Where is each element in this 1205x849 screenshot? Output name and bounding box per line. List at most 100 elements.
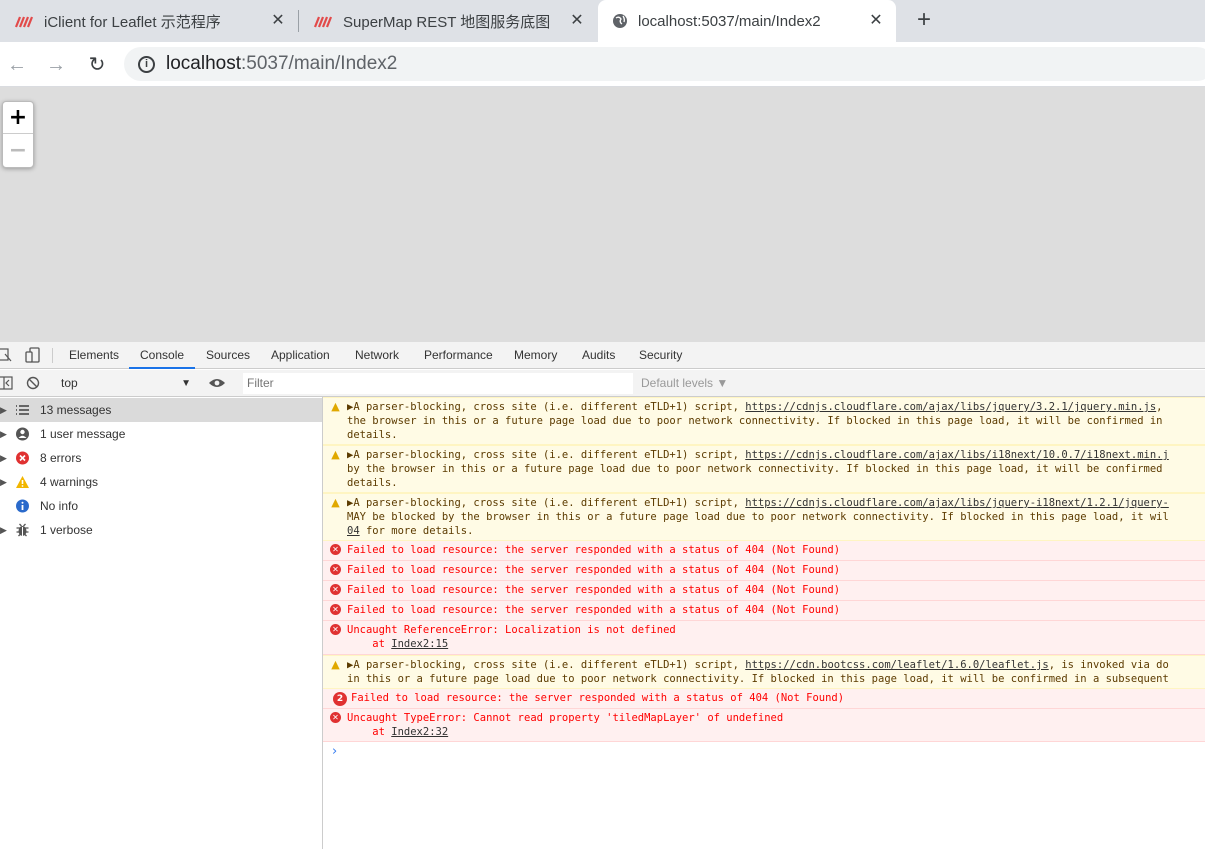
message-text: ▶A parser-blocking, cross site (i.e. dif…	[347, 448, 1169, 490]
console-error-message[interactable]: ✕ Failed to load resource: the server re…	[323, 541, 1205, 561]
console-warning-message[interactable]: ▲ ▶A parser-blocking, cross site (i.e. d…	[323, 655, 1205, 689]
inspect-element-icon[interactable]	[0, 348, 12, 363]
sidebar-item-info[interactable]: No info	[0, 494, 322, 518]
sidebar-item-warnings[interactable]: ▶ 4 warnings	[0, 470, 322, 494]
message-line: ▶A parser-blocking, cross site (i.e. dif…	[347, 449, 746, 461]
map-canvas[interactable]: + −	[0, 87, 1205, 342]
sidebar-item-user-messages[interactable]: ▶ 1 user message	[0, 422, 322, 446]
script-link[interactable]: https://cdnjs.cloudflare.com/ajax/libs/i…	[745, 449, 1169, 461]
browser-tab-3[interactable]: localhost:5037/main/Index2 ✕	[598, 0, 896, 42]
error-icon: ✕	[330, 544, 341, 555]
browser-tab-2[interactable]: SuperMap REST 地图服务底图 ✕	[299, 0, 597, 42]
zoom-out-button[interactable]: −	[3, 135, 33, 167]
script-link[interactable]: https://cdnjs.cloudflare.com/ajax/libs/j…	[745, 497, 1169, 509]
console-prompt[interactable]: ›	[332, 744, 337, 759]
console-sidebar: ▶ 13 messages ▶ 1 user message ▶ 8 error…	[0, 397, 323, 849]
tab-memory[interactable]: Memory	[514, 342, 557, 369]
message-line: details.	[347, 429, 398, 441]
message-text: Failed to load resource: the server resp…	[351, 692, 845, 704]
console-error-message[interactable]: ✕ Failed to load resource: the server re…	[323, 561, 1205, 581]
message-text: Uncaught TypeError: Cannot read property…	[347, 711, 783, 739]
console-error-message[interactable]: 2 Failed to load resource: the server re…	[323, 689, 1205, 709]
clear-console-icon[interactable]	[26, 376, 40, 390]
tab-elements[interactable]: Elements	[69, 342, 119, 369]
sidebar-toggle-icon[interactable]	[0, 376, 14, 390]
sidebar-item-verbose[interactable]: ▶ 1 verbose	[0, 518, 322, 542]
forward-arrow-icon[interactable]: →	[43, 52, 69, 78]
sidebar-item-errors[interactable]: ▶ 8 errors	[0, 446, 322, 470]
site-info-icon[interactable]: i	[138, 56, 155, 73]
context-value: top	[61, 376, 78, 390]
source-link[interactable]: Index2:15	[391, 638, 448, 650]
supermap-favicon-icon	[14, 16, 34, 28]
script-link[interactable]: 04	[347, 525, 360, 537]
log-levels-dropdown[interactable]: Default levels ▼	[641, 373, 728, 394]
url-text[interactable]: localhost:5037/main/Index2	[166, 53, 397, 75]
console-warning-message[interactable]: ▲ ▶A parser-blocking, cross site (i.e. d…	[323, 397, 1205, 445]
message-text: Uncaught ReferenceError: Localization is…	[347, 623, 676, 651]
error-icon	[16, 451, 29, 465]
message-line: ▶A parser-blocking, cross site (i.e. dif…	[347, 659, 746, 671]
message-line: ▶A parser-blocking, cross site (i.e. dif…	[347, 401, 746, 413]
console-warning-message[interactable]: ▲ ▶A parser-blocking, cross site (i.e. d…	[323, 445, 1205, 493]
warning-icon: ▲	[331, 496, 340, 509]
console-error-message[interactable]: ✕ Uncaught ReferenceError: Localization …	[323, 621, 1205, 655]
console-filter-bar: top ▼ Default levels ▼	[0, 370, 1205, 397]
message-text: ▶A parser-blocking, cross site (i.e. dif…	[347, 496, 1169, 538]
browser-tab-1[interactable]: iClient for Leaflet 示范程序 ✕	[0, 0, 298, 42]
source-link[interactable]: Index2:32	[391, 726, 448, 738]
reload-icon[interactable]: ↻	[84, 52, 110, 78]
tab-title: iClient for Leaflet 示范程序	[44, 13, 221, 31]
message-line: in this or a future page load due to poo…	[347, 673, 1169, 685]
context-selector[interactable]: top ▼	[55, 373, 195, 394]
expand-triangle-icon[interactable]: ▶	[0, 398, 7, 422]
zoom-in-button[interactable]: +	[3, 102, 33, 134]
tab-close-icon[interactable]: ✕	[866, 11, 886, 31]
expand-triangle-icon[interactable]: ▶	[0, 518, 7, 542]
tab-close-icon[interactable]: ✕	[268, 11, 288, 31]
tab-performance[interactable]: Performance	[424, 342, 493, 369]
tab-title: localhost:5037/main/Index2	[638, 12, 821, 30]
message-line: for more details.	[359, 525, 474, 537]
console-output[interactable]: ▲ ▶A parser-blocking, cross site (i.e. d…	[323, 397, 1205, 849]
address-bar[interactable]: i localhost:5037/main/Index2	[124, 47, 1205, 81]
message-line: , is invoked via do	[1048, 659, 1169, 671]
tab-strip: iClient for Leaflet 示范程序 ✕ SuperMap REST…	[0, 0, 1205, 42]
error-icon: ✕	[330, 712, 341, 723]
console-error-message[interactable]: ✕ Failed to load resource: the server re…	[323, 581, 1205, 601]
message-line: Uncaught TypeError: Cannot read property…	[347, 712, 784, 724]
new-tab-button[interactable]: +	[912, 8, 936, 33]
console-error-message[interactable]: ✕ Failed to load resource: the server re…	[323, 601, 1205, 621]
script-link[interactable]: https://cdnjs.cloudflare.com/ajax/libs/j…	[745, 401, 1156, 413]
sidebar-item-label: 1 user message	[40, 427, 126, 441]
console-error-message[interactable]: ✕ Uncaught TypeError: Cannot read proper…	[323, 709, 1205, 742]
device-toggle-icon[interactable]	[25, 347, 41, 363]
sidebar-item-label: 13 messages	[40, 403, 112, 417]
console-warning-message[interactable]: ▲ ▶A parser-blocking, cross site (i.e. d…	[323, 493, 1205, 541]
tab-sources[interactable]: Sources	[206, 342, 250, 369]
sidebar-item-label: No info	[40, 499, 79, 513]
tab-console[interactable]: Console	[129, 342, 196, 369]
sidebar-item-messages[interactable]: ▶ 13 messages	[0, 398, 322, 422]
tab-audits[interactable]: Audits	[582, 342, 615, 369]
tab-close-icon[interactable]: ✕	[567, 11, 587, 31]
message-line: the browser in this or a future page loa…	[347, 415, 1163, 427]
info-icon	[16, 499, 29, 513]
expand-triangle-icon[interactable]: ▶	[0, 422, 7, 446]
message-line: by the browser in this or a future page …	[347, 463, 1163, 475]
eye-icon[interactable]	[208, 377, 226, 389]
message-line: at	[347, 726, 392, 738]
message-line: at	[347, 638, 392, 650]
error-icon: ✕	[330, 624, 341, 635]
message-line: ▶A parser-blocking, cross site (i.e. dif…	[347, 497, 746, 509]
expand-triangle-icon[interactable]: ▶	[0, 446, 7, 470]
console-filter-input[interactable]	[243, 373, 633, 394]
tab-application[interactable]: Application	[271, 342, 330, 369]
tab-network[interactable]: Network	[355, 342, 399, 369]
tab-security[interactable]: Security	[639, 342, 682, 369]
warning-icon: ▲	[331, 400, 340, 413]
bug-icon	[16, 523, 29, 537]
back-arrow-icon[interactable]: ←	[4, 52, 30, 78]
expand-triangle-icon[interactable]: ▶	[0, 470, 7, 494]
script-link[interactable]: https://cdn.bootcss.com/leaflet/1.6.0/le…	[745, 659, 1048, 671]
